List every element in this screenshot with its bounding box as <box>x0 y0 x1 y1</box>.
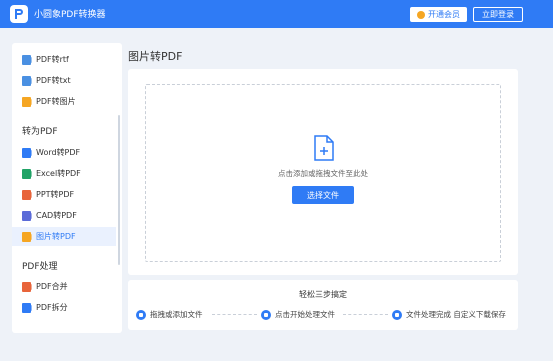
download-icon <box>392 309 402 320</box>
drop-hint-text: 点击添加或拖拽文件至此处 <box>278 169 368 178</box>
cad-file-icon <box>22 210 32 221</box>
sidebar-item-label: 图片转PDF <box>36 232 76 241</box>
choose-file-button[interactable]: 选择文件 <box>292 186 354 204</box>
image-file-icon <box>22 96 32 107</box>
step-3-label: 文件处理完成 自定义下载保存 <box>406 310 506 319</box>
step-connector <box>343 314 388 315</box>
word-file-icon <box>22 147 32 158</box>
sidebar-item-pdf-split[interactable]: PDF拆分 <box>12 298 116 317</box>
sidebar-scrollbar[interactable] <box>118 115 120 265</box>
add-file-icon[interactable] <box>313 135 335 161</box>
sidebar-item-label: PDF拆分 <box>36 303 68 312</box>
rtf-file-icon <box>22 54 32 65</box>
steps-title: 轻松三步搞定 <box>299 290 347 299</box>
sidebar: PDF转rtf PDF转txt PDF转图片 转为PDF Word转PDF Ex… <box>12 43 122 333</box>
step-1: 拖拽或添加文件 <box>136 309 203 320</box>
steps-panel <box>128 280 518 330</box>
app-title: 小圆象PDF转换器 <box>34 10 106 20</box>
sidebar-item-label: PDF转txt <box>36 76 71 85</box>
step-connector <box>212 314 257 315</box>
title-bar: 小圆象PDF转换器 开通会员 立即登录 <box>0 0 553 28</box>
sidebar-item-ppt-to-pdf[interactable]: PPT转PDF <box>12 185 116 204</box>
process-icon <box>261 309 271 320</box>
sidebar-item-label: PDF合并 <box>36 282 68 291</box>
sidebar-item-pdf-to-image[interactable]: PDF转图片 <box>12 92 116 111</box>
sidebar-item-label: Excel转PDF <box>36 169 81 178</box>
sidebar-item-label: PPT转PDF <box>36 190 75 199</box>
step-1-label: 拖拽或添加文件 <box>150 310 203 319</box>
excel-file-icon <box>22 168 32 179</box>
app-logo-icon <box>10 5 28 23</box>
sidebar-item-pdf-merge[interactable]: PDF合并 <box>12 277 116 296</box>
vip-button[interactable]: 开通会员 <box>410 7 467 22</box>
login-button[interactable]: 立即登录 <box>473 7 523 22</box>
vip-button-label: 开通会员 <box>428 10 460 19</box>
step-2: 点击开始处理文件 <box>261 309 335 320</box>
split-file-icon <box>22 302 32 313</box>
image-file-icon <box>22 231 32 242</box>
sidebar-item-cad-to-pdf[interactable]: CAD转PDF <box>12 206 116 225</box>
sidebar-group-to-pdf: 转为PDF <box>22 127 58 137</box>
sidebar-item-label: CAD转PDF <box>36 211 77 220</box>
merge-file-icon <box>22 281 32 292</box>
sidebar-group-pdf-process: PDF处理 <box>22 262 58 272</box>
ppt-file-icon <box>22 189 32 200</box>
page-title: 图片转PDF <box>128 50 183 63</box>
crown-icon <box>417 10 425 19</box>
sidebar-item-label: PDF转rtf <box>36 55 69 64</box>
sidebar-item-excel-to-pdf[interactable]: Excel转PDF <box>12 164 116 183</box>
add-file-icon <box>136 309 146 320</box>
step-3: 文件处理完成 自定义下载保存 <box>392 309 506 320</box>
sidebar-item-label: PDF转图片 <box>36 97 76 106</box>
txt-file-icon <box>22 75 32 86</box>
sidebar-item-label: Word转PDF <box>36 148 81 157</box>
sidebar-item-image-to-pdf[interactable]: 图片转PDF <box>12 227 116 246</box>
sidebar-item-pdf-to-rtf[interactable]: PDF转rtf <box>12 50 116 69</box>
sidebar-item-word-to-pdf[interactable]: Word转PDF <box>12 143 116 162</box>
sidebar-item-pdf-to-txt[interactable]: PDF转txt <box>12 71 116 90</box>
step-2-label: 点击开始处理文件 <box>275 310 335 319</box>
